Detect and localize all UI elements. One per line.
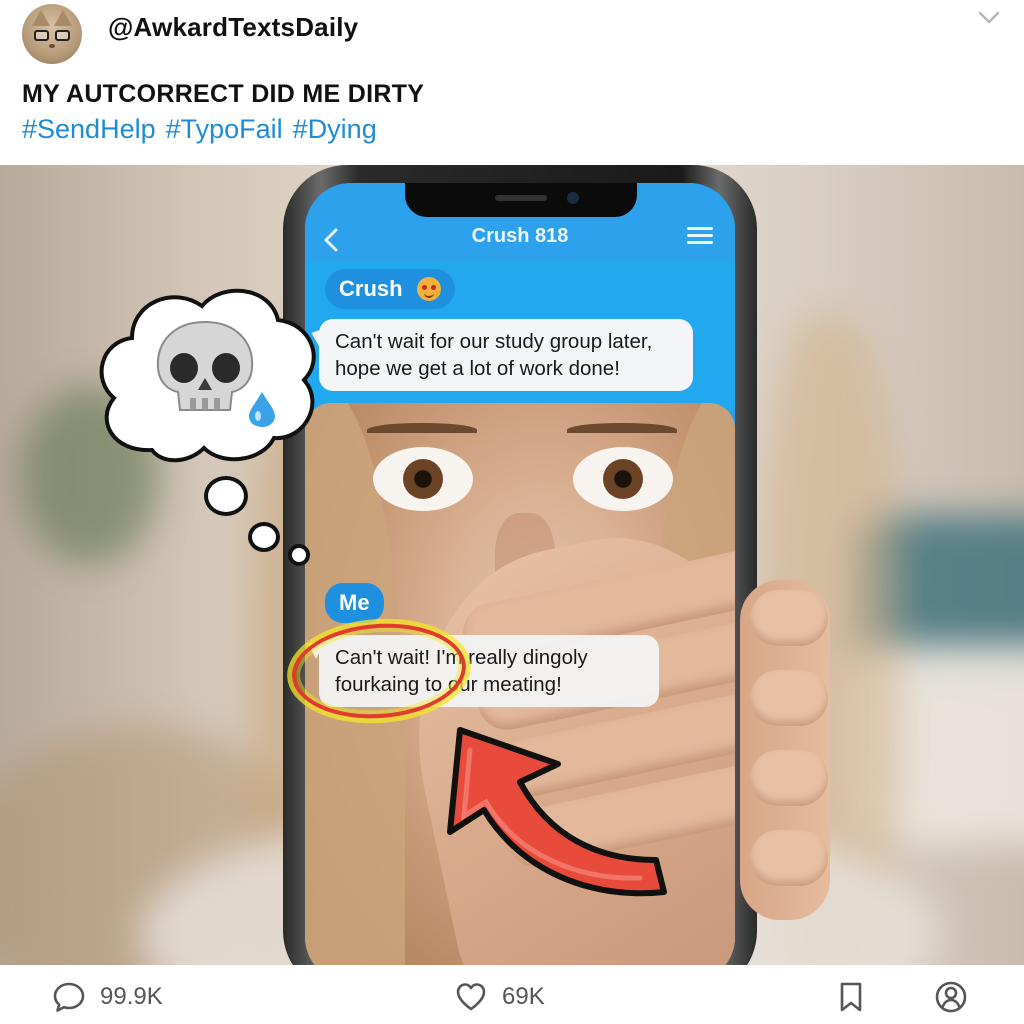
- phone-notch: [405, 183, 637, 217]
- bookmark-icon: [840, 982, 862, 1012]
- eye: [373, 447, 473, 511]
- avatar-glasses: [34, 30, 70, 41]
- profile-icon: [935, 981, 967, 1013]
- like-button[interactable]: 69K: [454, 981, 545, 1013]
- reply-button[interactable]: 99.9K: [52, 981, 163, 1013]
- message-line: Can't wait for our study group later,: [335, 330, 653, 353]
- skull-icon: [156, 320, 254, 411]
- post-header: @AwkardTextsDaily MY AUTCORRECT DID ME D…: [0, 0, 1024, 165]
- hashtag-link[interactable]: #SendHelp: [22, 114, 156, 144]
- sender-name: Crush: [339, 276, 403, 301]
- front-camera: [567, 192, 579, 204]
- avatar-nose: [49, 44, 55, 48]
- incoming-message[interactable]: Can't wait for our study group later, ho…: [319, 319, 693, 391]
- reply-count: 99.9K: [100, 983, 163, 1010]
- hashtag-link[interactable]: #TypoFail: [166, 114, 283, 144]
- hashtag-link[interactable]: #Dying: [293, 114, 377, 144]
- menu-icon[interactable]: [687, 227, 713, 247]
- eyebrow: [367, 423, 477, 437]
- thought-dot: [248, 522, 280, 552]
- avatar[interactable]: [22, 4, 82, 64]
- thought-dot: [204, 476, 248, 516]
- thought-dot: [288, 544, 310, 566]
- eyebrow: [567, 423, 677, 437]
- message-line: hope we get a lot of work done!: [335, 357, 620, 380]
- sweat-drop-icon: [249, 392, 275, 427]
- heart-icon: [456, 983, 486, 1011]
- like-count: 69K: [502, 983, 545, 1010]
- bookmark-button[interactable]: [834, 981, 868, 1013]
- avatar-ear: [54, 10, 72, 26]
- speaker: [495, 195, 547, 201]
- user-handle[interactable]: @AwkardTextsDaily: [108, 12, 358, 43]
- sender-label-crush: Crush: [325, 269, 455, 309]
- avatar-ear: [32, 10, 50, 26]
- profile-button[interactable]: [934, 981, 968, 1013]
- eye: [573, 447, 673, 511]
- post-title: MY AUTCORRECT DID ME DIRTY: [22, 80, 425, 108]
- blushing-face-icon: [417, 277, 441, 301]
- chevron-down-icon[interactable]: [978, 10, 1000, 26]
- reply-icon: [53, 982, 85, 1012]
- chat-contact-name: Crush 818: [471, 225, 569, 247]
- sender-label-me: Me: [325, 583, 384, 623]
- hashtag-list: #SendHelp #TypoFail #Dying: [22, 114, 387, 145]
- holding-hand: [740, 580, 830, 920]
- arrow-pointer: [447, 727, 667, 897]
- post-actions: 99.9K 69K: [0, 965, 1024, 1024]
